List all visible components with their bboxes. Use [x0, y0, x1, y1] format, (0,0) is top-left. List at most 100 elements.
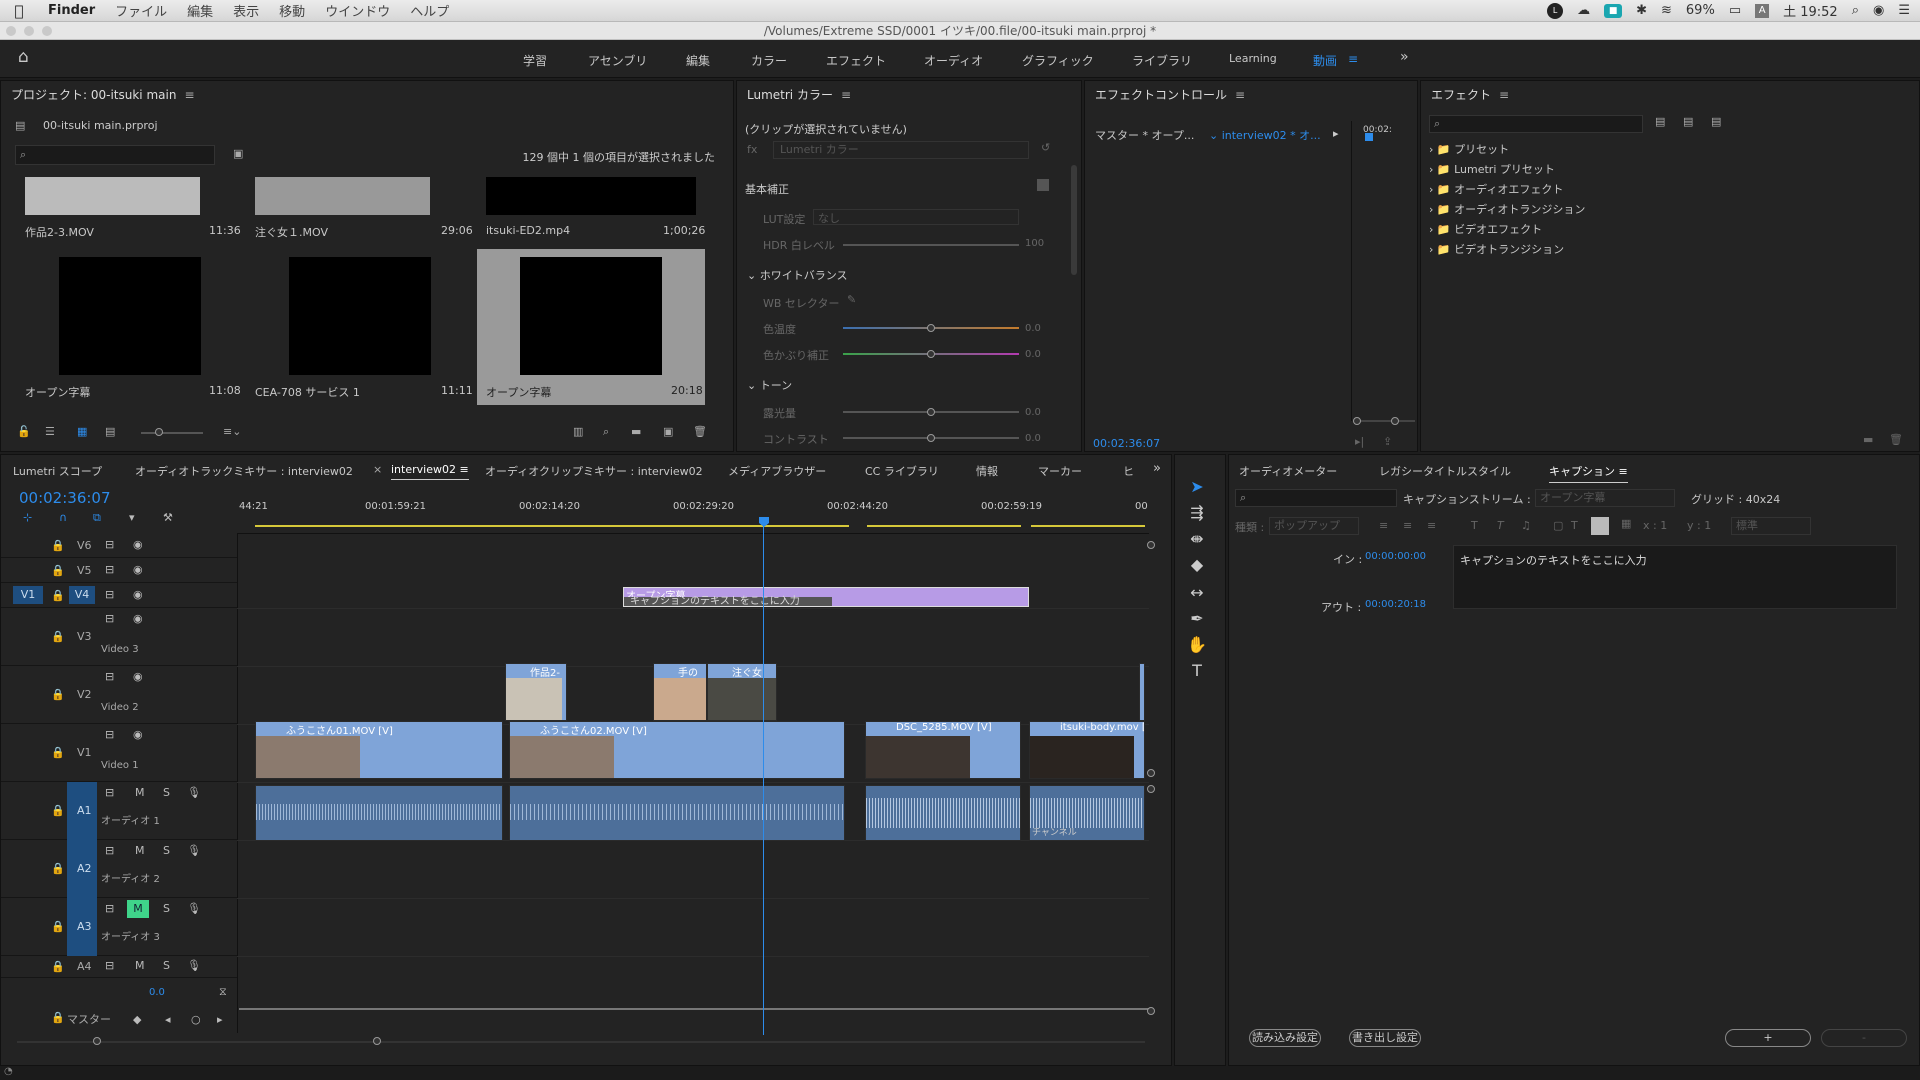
- timeline-timecode[interactable]: 00:02:36:07: [19, 489, 111, 507]
- find-icon[interactable]: ⌕: [603, 425, 609, 439]
- effect-controls-title[interactable]: エフェクトコントロール: [1095, 88, 1227, 102]
- master-clip-label[interactable]: マスター * オープ...: [1095, 127, 1194, 143]
- linked-selection-icon[interactable]: ⧉: [93, 511, 101, 525]
- snap-icon[interactable]: ∩: [59, 511, 67, 524]
- align-center-icon[interactable]: ≡: [1403, 519, 1412, 532]
- effect-folder-audio-effects[interactable]: › 📁 オーディオエフェクト: [1429, 181, 1563, 197]
- basic-correction-header[interactable]: 基本補正: [745, 181, 789, 197]
- work-area-bar-2[interactable]: [867, 525, 1021, 527]
- teal-app-icon[interactable]: ■: [1604, 3, 1623, 18]
- tab-media-browser[interactable]: メディアブラウザー: [728, 463, 826, 479]
- lock-icon[interactable]: 🔒: [51, 539, 65, 552]
- track-target-v4[interactable]: V4: [69, 586, 95, 604]
- temperature-value[interactable]: 0.0: [1025, 323, 1041, 334]
- hdr-value[interactable]: 100: [1025, 238, 1044, 249]
- razor-tool-icon[interactable]: ◆: [1187, 555, 1207, 574]
- automate-sequence-icon[interactable]: ▥: [573, 425, 583, 438]
- tint-value[interactable]: 0.0: [1025, 349, 1041, 360]
- eye-icon[interactable]: ◉: [133, 588, 143, 601]
- exposure-value[interactable]: 0.0: [1025, 407, 1041, 418]
- lock-icon[interactable]: 🔒: [51, 920, 65, 933]
- eyedropper-icon[interactable]: ✎: [847, 293, 856, 306]
- align-left-icon[interactable]: ≡: [1379, 519, 1388, 532]
- mute-button[interactable]: M: [135, 844, 145, 857]
- sync-lock-icon[interactable]: ⊟: [105, 538, 114, 551]
- remove-caption-button[interactable]: -: [1821, 1029, 1907, 1047]
- white-balance-header[interactable]: ⌄ ホワイトバランス: [747, 267, 848, 283]
- mute-button-active[interactable]: M: [127, 900, 149, 918]
- play-only-audio-icon[interactable]: ▸: [1333, 127, 1339, 140]
- apple-icon[interactable]: : [0, 2, 38, 20]
- menu-go[interactable]: 移動: [269, 1, 315, 20]
- sync-lock-icon[interactable]: ⊟: [105, 728, 114, 741]
- zoom-slider-knob[interactable]: [155, 428, 163, 436]
- bluetooth-icon[interactable]: ✱: [1636, 3, 1647, 18]
- slip-tool-icon[interactable]: ↔: [1187, 583, 1207, 602]
- microphone-icon[interactable]: 🎙: [187, 844, 201, 857]
- eye-icon[interactable]: ◉: [133, 563, 143, 576]
- effect-folder-audio-transitions[interactable]: › 📁 オーディオトランジション: [1429, 201, 1585, 217]
- lumetri-effect-select[interactable]: Lumetri カラー: [773, 141, 1029, 159]
- track-label[interactable]: V6: [77, 539, 92, 552]
- minimize-window-button[interactable]: [24, 26, 34, 36]
- audio-clip-a1-itsuki-body[interactable]: チャンネル: [1029, 785, 1145, 841]
- wrench-icon[interactable]: ⚒: [163, 511, 173, 524]
- tint-knob[interactable]: [927, 350, 935, 358]
- track-label[interactable]: V1: [77, 746, 92, 759]
- bold-icon[interactable]: T: [1471, 519, 1478, 532]
- tab-overflow-icon[interactable]: »: [1153, 461, 1161, 476]
- zoom-window-button[interactable]: [42, 26, 52, 36]
- effects-search-input[interactable]: ⌕: [1429, 115, 1643, 133]
- new-custom-bin-icon[interactable]: ▬: [1863, 433, 1873, 446]
- video-clip-v1-fuko01[interactable]: ふうこさん01.MOV [V]: [255, 721, 503, 779]
- ec-filter-icon[interactable]: ▸|: [1355, 435, 1364, 448]
- list-view-icon[interactable]: ☰: [45, 425, 55, 438]
- workspace-color[interactable]: カラー: [751, 52, 787, 69]
- effect-folder-lumetri-presets[interactable]: › 📁 Lumetri プリセット: [1429, 161, 1555, 177]
- work-area-bar-3[interactable]: [1031, 525, 1145, 527]
- sync-lock-icon[interactable]: ⊟: [105, 902, 114, 915]
- master-volume-line[interactable]: [239, 1008, 1149, 1010]
- exposure-knob[interactable]: [927, 408, 935, 416]
- solo-button[interactable]: S: [163, 959, 170, 972]
- siri-icon[interactable]: ◉: [1873, 3, 1884, 18]
- freeform-view-icon[interactable]: ▤: [105, 425, 115, 438]
- effects-title[interactable]: エフェクト: [1431, 88, 1491, 102]
- video-clip-v2-end[interactable]: [1139, 663, 1145, 721]
- track-label[interactable]: マスター: [67, 1011, 111, 1027]
- caption-clip[interactable]: オープン字幕 キャプションのテキストをここに入力: [623, 587, 1029, 607]
- ec-zoom-bar[interactable]: [1355, 420, 1415, 422]
- text-color-icon[interactable]: T: [1571, 519, 1578, 532]
- delete-effect-icon[interactable]: 🗑: [1889, 433, 1903, 446]
- workspace-audio[interactable]: オーディオ: [924, 52, 983, 69]
- playhead-line[interactable]: [763, 525, 764, 1035]
- horizontal-scrollbar[interactable]: [17, 1041, 1145, 1043]
- workspace-video[interactable]: 動画: [1313, 52, 1337, 69]
- contrast-value[interactable]: 0.0: [1025, 433, 1041, 444]
- video-clip-v1-fuko02[interactable]: ふうこさん02.MOV [V]: [509, 721, 845, 779]
- work-area-bar[interactable]: [255, 525, 849, 527]
- accelerated-effects-icon[interactable]: ▤: [1655, 115, 1665, 128]
- lumetri-scrollbar[interactable]: [1071, 165, 1077, 275]
- prev-keyframe-icon[interactable]: ◂: [165, 1013, 171, 1026]
- eye-icon[interactable]: ◉: [133, 538, 143, 551]
- line-icon[interactable]: L: [1547, 2, 1564, 19]
- h-scroll-knob-right[interactable]: [373, 1037, 381, 1045]
- video-clip-v2-te[interactable]: 手の: [653, 663, 707, 721]
- audio-clip-a1-fuko02[interactable]: [509, 785, 845, 841]
- reset-icon[interactable]: ↺: [1041, 141, 1050, 154]
- icon-view-icon[interactable]: ▦: [77, 425, 87, 438]
- tab-interview02[interactable]: interview02 ≡: [391, 463, 469, 480]
- lock-icon[interactable]: 🔒: [51, 564, 65, 577]
- effect-folder-presets[interactable]: › 📁 プリセット: [1429, 141, 1509, 157]
- background-color-icon[interactable]: ▢: [1553, 519, 1563, 532]
- caption-stream-select[interactable]: オープン字幕: [1535, 489, 1675, 507]
- thumbnail-open-caption-2[interactable]: [520, 257, 662, 375]
- tab-audio-track-mixer[interactable]: オーディオトラックミキサー : interview02: [135, 463, 353, 479]
- project-panel-title[interactable]: プロジェクト: 00-itsuki main: [11, 88, 176, 102]
- sync-lock-icon[interactable]: ⊟: [105, 670, 114, 683]
- video-clip-v1-dsc5285[interactable]: DSC_5285.MOV [V]: [865, 721, 1021, 779]
- track-label[interactable]: A4: [77, 960, 92, 973]
- solo-button[interactable]: S: [163, 786, 170, 799]
- workspace-effects[interactable]: エフェクト: [826, 52, 886, 69]
